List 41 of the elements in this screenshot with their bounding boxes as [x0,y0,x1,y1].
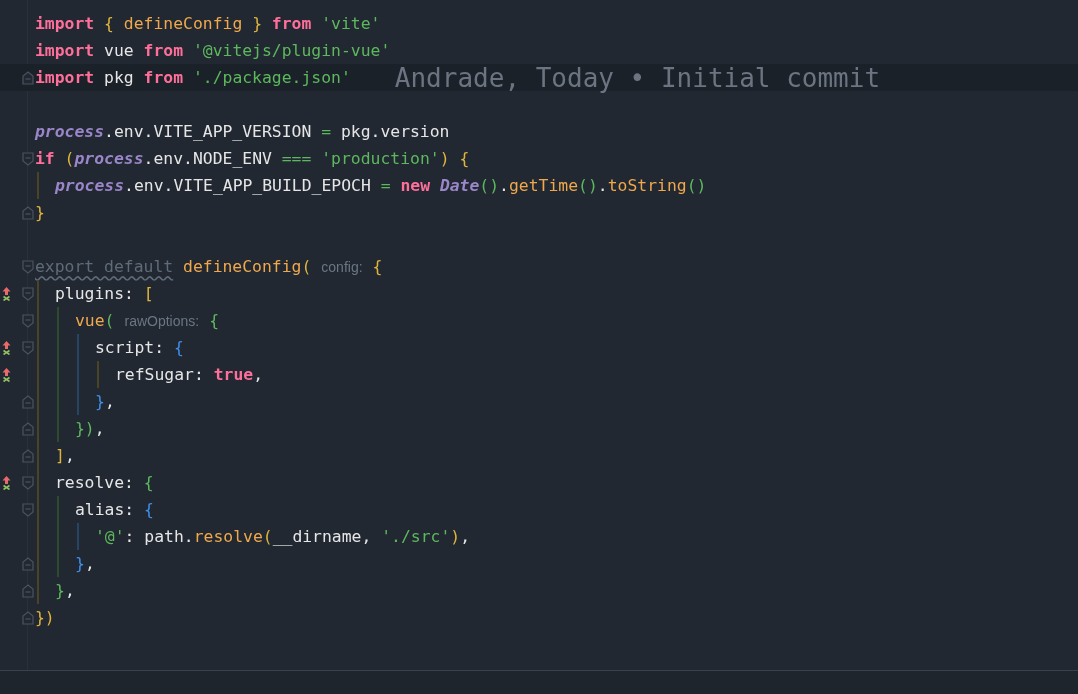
fold-icon[interactable] [21,502,34,517]
code-text: script: { [95,338,184,357]
code-text: }, [75,554,95,573]
blame-annotation: Andrade, Today • Initial commit [394,62,881,93]
code-text: resolve: { [55,473,154,492]
fold-icon[interactable] [21,340,34,355]
fold-icon[interactable] [21,610,34,625]
fold-icon[interactable] [21,259,34,274]
fold-icon[interactable] [21,313,34,328]
fold-icon[interactable] [21,151,34,166]
code-text: process.env.VITE_APP_BUILD_EPOCH = new Date().getTime().toString() [55,176,707,195]
fold-icon[interactable] [21,421,34,436]
code-text: import vue from '@vitejs/plugin-vue' [35,41,391,60]
inlay-hint: rawOptions: [124,312,200,329]
code-text: if (process.env.NODE_ENV === 'production') { [35,149,470,168]
code-text: alias: { [75,500,154,519]
code-text: plugins: [ [55,284,154,303]
code-text: vue( [75,311,115,330]
code-text: }), [75,419,105,438]
code-text: process.env.VITE_APP_VERSION = pkg.version [35,122,450,141]
fold-icon[interactable] [21,583,34,598]
fold-icon[interactable] [21,448,34,463]
code-text: { [209,311,220,330]
fold-icon[interactable] [21,70,34,85]
code-text: }, [95,392,115,411]
fold-icon[interactable] [21,475,34,490]
code-text: import pkg from './package.json' [35,68,351,87]
code-text: { [372,257,383,276]
fold-icon[interactable] [21,556,34,571]
code-text: '@': path.resolve(__dirname, './src'), [95,527,471,546]
fold-icon[interactable] [21,286,34,301]
code-text: } [35,203,45,222]
code-text: refSugar: true, [115,365,264,384]
code-text: import { defineConfig } from 'vite' [35,14,381,33]
fold-icon[interactable] [21,394,34,409]
code-text: ], [55,446,75,465]
code-text: }, [55,581,75,600]
code-text: export default defineConfig( [35,257,312,276]
inlay-hint: config: [321,258,363,275]
code-text: }) [35,608,55,627]
fold-icon[interactable] [21,205,34,220]
